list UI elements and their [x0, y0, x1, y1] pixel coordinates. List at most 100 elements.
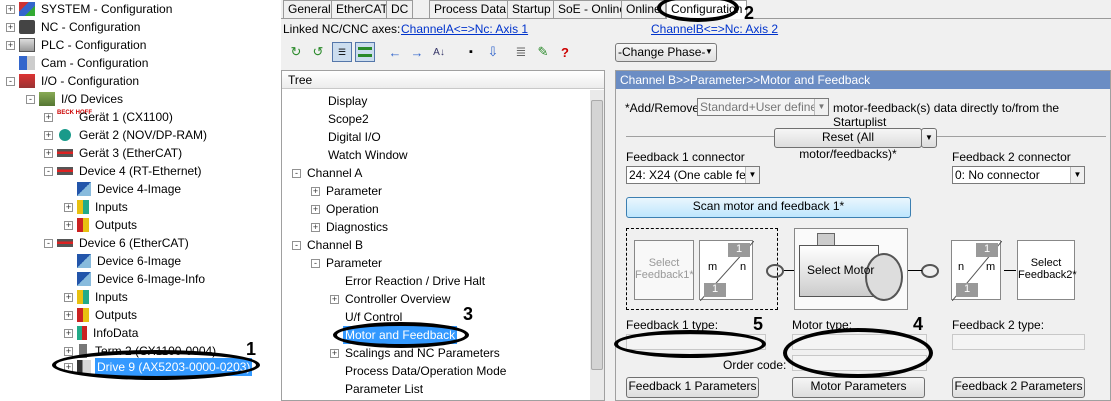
tab-dc[interactable]: DC — [386, 0, 414, 18]
expander-icon[interactable]: - — [292, 168, 301, 178]
param-item-parameter-b[interactable]: - Parameter — [311, 254, 384, 272]
tree-item-device6[interactable]: - Device 6 (EtherCAT) — [44, 234, 191, 252]
param-item-operation[interactable]: + Operation — [311, 200, 381, 218]
param-item-display[interactable]: Display — [326, 92, 369, 110]
param-item-parameter[interactable]: + Parameter — [311, 182, 384, 200]
expander-icon[interactable]: - — [6, 76, 15, 86]
reset-dropdown-arrow[interactable]: ▼ — [921, 128, 937, 148]
select-feedback1-box[interactable]: Select Feedback1* — [634, 240, 694, 300]
param-item-error-reaction[interactable]: Error Reaction / Drive Halt — [343, 272, 487, 290]
expander-icon[interactable]: + — [6, 22, 15, 32]
param-item-scope2[interactable]: Scope2 — [326, 110, 371, 128]
tools-icon[interactable]: ✎ — [533, 42, 553, 62]
expander-icon[interactable]: - — [311, 258, 320, 268]
select-feedback2-box[interactable]: Select Feedback2* — [1017, 240, 1077, 300]
edit-list-icon[interactable]: ≣ — [511, 42, 531, 62]
feedback1-connector-label: Feedback 1 connector — [626, 150, 745, 164]
param-item-controller-overview[interactable]: + Controller Overview — [330, 290, 452, 308]
tree-item-plc[interactable]: + PLC - Configuration — [6, 36, 148, 54]
param-item-channel-b[interactable]: - Channel B — [292, 236, 365, 254]
expander-icon[interactable]: + — [6, 4, 15, 14]
expander-icon[interactable]: + — [64, 346, 73, 356]
channel-b-link[interactable]: ChannelB<=>Nc: Axis 2 — [651, 22, 778, 36]
expander-icon[interactable]: + — [6, 40, 15, 50]
tree-item-system[interactable]: + SYSTEM - Configuration — [6, 0, 174, 18]
tree-view-icon[interactable]: ☰ — [332, 42, 352, 62]
tree-item-geraet3[interactable]: + Gerät 3 (EtherCAT) — [44, 144, 184, 162]
help-icon[interactable]: ? — [555, 42, 575, 62]
tree-item-outputs[interactable]: + Outputs — [64, 306, 139, 324]
tab-general[interactable]: General — [283, 0, 336, 18]
expander-icon[interactable]: + — [330, 294, 339, 304]
param-item-process-data[interactable]: Process Data/Operation Mode — [343, 362, 508, 380]
motor-parameters-button[interactable]: Motor Parameters — [792, 377, 925, 398]
save-icon[interactable]: ▪ — [461, 42, 481, 62]
tree-scrollbar[interactable] — [590, 90, 604, 400]
reset-button[interactable]: Reset (All motor/feedbacks)* — [774, 128, 922, 161]
tree-item-infodata[interactable]: + InfoData — [64, 324, 140, 342]
feedback2-parameters-button[interactable]: Feedback 2 Parameters — [952, 377, 1085, 398]
list-view-icon[interactable] — [355, 42, 375, 62]
annotation-number-5: 5 — [753, 314, 764, 334]
tree-item-device4[interactable]: - Device 4 (RT-Ethernet) — [44, 162, 204, 180]
tab-startup[interactable]: Startup — [507, 0, 556, 18]
expander-icon[interactable]: + — [44, 112, 53, 122]
sort-icon[interactable]: A↓ — [429, 42, 449, 62]
refresh-alt-icon[interactable]: ↺ — [308, 42, 328, 62]
tab-soe-online[interactable]: SoE - Online — [553, 0, 632, 18]
expander-icon[interactable]: - — [44, 166, 53, 176]
tree-item-geraet1[interactable]: + BECK HOFF Gerät 1 (CX1100) — [44, 108, 175, 126]
tree-item-inputs[interactable]: + Inputs — [64, 198, 130, 216]
tree-item-device4-image[interactable]: Device 4-Image — [77, 180, 183, 198]
scan-motor-feedback-button[interactable]: Scan motor and feedback 1* — [626, 197, 911, 218]
refresh-icon[interactable]: ↻ — [286, 42, 306, 62]
expander-icon[interactable]: + — [44, 130, 53, 140]
param-item-digital-io[interactable]: Digital I/O — [326, 128, 383, 146]
expander-icon[interactable]: - — [44, 238, 53, 248]
tab-ethercat[interactable]: EtherCAT — [331, 0, 393, 18]
expander-icon[interactable]: - — [292, 240, 301, 250]
feedback1-connector-combo[interactable]: 24: X24 (One cable fee ▼ — [626, 166, 760, 184]
expander-icon[interactable]: + — [330, 348, 339, 358]
motor-box[interactable]: Select Motor — [794, 228, 908, 310]
feedback2-connector-label: Feedback 2 connector — [952, 150, 1071, 164]
tree-item-outputs[interactable]: + Outputs — [64, 216, 139, 234]
arrow-left-icon[interactable]: ← — [385, 42, 405, 62]
image-icon — [77, 254, 91, 268]
download-icon[interactable]: ⇩ — [483, 42, 503, 62]
feedback1-parameters-button[interactable]: Feedback 1 Parameters — [626, 377, 759, 398]
feedback2-connector-combo[interactable]: 0: No connector ▼ — [952, 166, 1085, 184]
expander-icon[interactable]: + — [64, 202, 73, 212]
tree-item-geraet2[interactable]: + Gerät 2 (NOV/DP-RAM) — [44, 126, 209, 144]
tree-item-cam[interactable]: Cam - Configuration — [19, 54, 150, 72]
expander-icon[interactable]: - — [26, 94, 35, 104]
tree-item-io[interactable]: - I/O - Configuration — [6, 72, 141, 90]
expander-icon[interactable]: + — [44, 148, 53, 158]
param-item-diagnostics[interactable]: + Diagnostics — [311, 218, 390, 236]
channel-a-link[interactable]: ChannelA<=>Nc: Axis 1 — [401, 22, 528, 36]
expander-icon[interactable]: + — [64, 328, 73, 338]
tree-label: Parameter — [326, 184, 383, 198]
expander-icon[interactable]: + — [311, 222, 320, 232]
tree-item-inputs[interactable]: + Inputs — [64, 288, 130, 306]
tab-process-data[interactable]: Process Data — [429, 0, 512, 18]
tree-item-device6-image[interactable]: Device 6-Image — [77, 252, 183, 270]
scrollbar-thumb[interactable] — [591, 100, 603, 370]
param-item-parameter-list[interactable]: Parameter List — [343, 380, 425, 398]
add-remove-combo[interactable]: Standard+User defined ▼ — [697, 98, 829, 116]
expander-icon[interactable]: + — [311, 186, 320, 196]
inputs-icon — [77, 290, 89, 304]
expander-icon[interactable]: + — [64, 220, 73, 230]
tree-item-nc[interactable]: + NC - Configuration — [6, 18, 142, 36]
param-item-channel-a[interactable]: - Channel A — [292, 164, 364, 182]
param-item-watch-window[interactable]: Watch Window — [326, 146, 410, 164]
expander-icon[interactable]: + — [311, 204, 320, 214]
arrow-right-icon[interactable]: → — [407, 42, 427, 62]
change-phase-combo[interactable]: -Change Phase- ▼ — [615, 43, 717, 62]
tree-item-device6-image-info[interactable]: Device 6-Image-Info — [77, 270, 207, 288]
expander-icon[interactable]: + — [64, 292, 73, 302]
image-icon — [77, 272, 91, 286]
expander-icon[interactable]: + — [64, 310, 73, 320]
chevron-down-icon: ▼ — [745, 167, 759, 183]
tree-item-io-devices[interactable]: - I/O Devices — [26, 90, 125, 108]
